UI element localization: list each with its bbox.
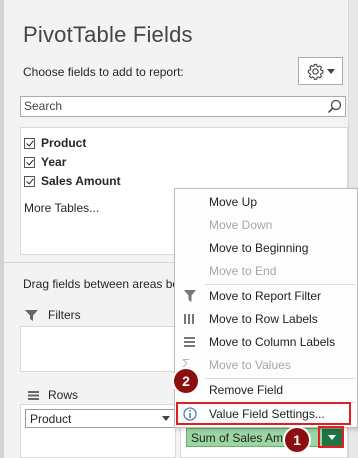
chevron-down-icon[interactable]	[162, 416, 170, 421]
dropdown-highlight	[318, 426, 344, 448]
rows-icon	[28, 391, 39, 400]
menu-item-move-to-report-filter[interactable]: Move to Report Filter	[175, 285, 357, 308]
field-item-product[interactable]: Product	[24, 136, 86, 150]
menu-item-move-to-column-labels[interactable]: Move to Column Labels	[175, 331, 357, 354]
menu-item-label: Move to Values	[209, 358, 291, 372]
tools-button[interactable]	[298, 57, 343, 85]
values-field-label: Sum of Sales Amou	[191, 430, 297, 445]
step-badge-1: 1	[285, 428, 309, 452]
menu-item-remove-field[interactable]: Remove Field	[175, 379, 357, 402]
menu-item-move-down: Move Down	[175, 214, 357, 237]
filter-icon	[25, 310, 38, 321]
choose-fields-label: Choose fields to add to report:	[23, 65, 184, 79]
menu-item-label: Move Up	[209, 195, 258, 209]
search-icon[interactable]	[327, 99, 342, 114]
rows-field-product[interactable]: Product	[25, 409, 175, 428]
gear-icon	[307, 63, 323, 80]
more-tables-link[interactable]: More Tables...	[24, 201, 99, 215]
drag-fields-label: Drag fields between areas be	[23, 277, 180, 291]
menu-item-label: Move to End	[209, 264, 277, 278]
filters-area-label: Filters	[48, 308, 81, 322]
step-badge-2: 2	[174, 369, 198, 393]
menu-item-label: Move to Row Labels	[209, 312, 318, 326]
field-label: Sales Amount	[41, 174, 121, 188]
menu-item-move-to-beginning[interactable]: Move to Beginning	[175, 237, 357, 260]
field-item-year[interactable]: Year	[24, 155, 66, 169]
filters-drop-area[interactable]	[20, 326, 176, 372]
search-field[interactable]	[20, 96, 346, 117]
rows-field-label: Product	[30, 411, 72, 426]
menu-item-label: Move Down	[209, 218, 273, 232]
menu-item-label: Move to Beginning	[209, 241, 309, 255]
window-left-edge	[0, 0, 4, 458]
menu-item-label: Move to Report Filter	[209, 289, 322, 303]
search-input[interactable]	[24, 98, 314, 114]
menu-item-move-to-end: Move to End	[175, 260, 357, 283]
checkbox[interactable]	[24, 137, 35, 149]
field-label: Year	[41, 155, 67, 169]
rows-area-label: Rows	[48, 388, 79, 402]
field-item-sales-amount[interactable]: Sales Amount	[24, 174, 121, 188]
checkbox[interactable]	[24, 156, 35, 168]
pane-title: PivotTable Fields	[23, 22, 193, 47]
checkbox[interactable]	[24, 175, 35, 187]
menu-item-label: Move to Column Labels	[209, 335, 336, 349]
field-context-menu: Move Up Move Down Move to Beginning Move…	[174, 188, 358, 428]
value-field-settings-highlight	[176, 402, 351, 425]
menu-item-label: Remove Field	[209, 383, 284, 397]
menu-item-move-up[interactable]: Move Up	[175, 191, 357, 214]
chevron-down-icon	[326, 68, 335, 74]
rows-icon	[184, 314, 194, 324]
menu-item-move-to-values: Σ Move to Values	[175, 354, 357, 377]
menu-item-move-to-row-labels[interactable]: Move to Row Labels	[175, 308, 357, 331]
field-label: Product	[41, 136, 87, 150]
sigma-icon: Σ	[182, 356, 191, 371]
filter-icon	[184, 290, 196, 302]
columns-icon	[184, 337, 195, 347]
